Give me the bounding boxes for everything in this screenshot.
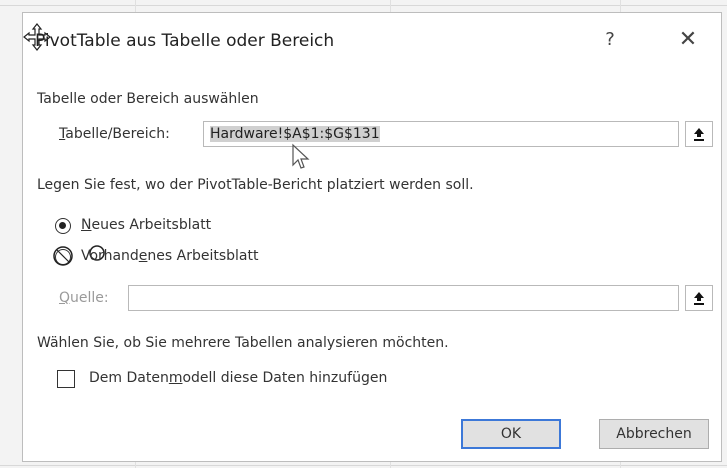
pivottable-dialog: PivotTable aus Tabelle oder Bereich ? ✕ … [22, 12, 722, 462]
multiple-tables-heading: Wählen Sie, ob Sie mehrere Tabellen anal… [37, 335, 449, 351]
range-label: Tabelle/Bereich: [59, 126, 170, 142]
range-value: Hardware!$A$1:$G$131 [210, 126, 380, 142]
collapse-dialog-icon [694, 292, 704, 305]
select-range-heading: Tabelle oder Bereich auswählen [37, 91, 259, 107]
source-collapse-button[interactable] [685, 285, 713, 311]
new-worksheet-radio[interactable] [55, 218, 71, 234]
collapse-dialog-icon [694, 128, 704, 141]
dialog-title: PivotTable aus Tabelle oder Bereich [35, 31, 335, 51]
existing-worksheet-label[interactable]: Vorhandenes Arbeitsblatt [81, 248, 258, 264]
ok-button[interactable]: OK [461, 419, 561, 449]
data-model-label[interactable]: Dem Datenmodell diese Daten hinzufügen [89, 370, 387, 386]
range-collapse-button[interactable] [685, 121, 713, 147]
source-input[interactable] [128, 285, 679, 311]
close-button[interactable]: ✕ [673, 25, 703, 55]
source-label: Quelle: [59, 290, 109, 306]
new-worksheet-label[interactable]: Neues Arbeitsblatt [81, 217, 211, 233]
range-input[interactable]: Hardware!$A$1:$G$131 [203, 121, 679, 147]
title-bar[interactable]: PivotTable aus Tabelle oder Bereich ? ✕ [23, 13, 721, 73]
data-model-checkbox[interactable] [57, 370, 75, 388]
mouse-pointer-icon [292, 143, 310, 169]
help-button[interactable]: ? [595, 25, 625, 55]
cancel-button[interactable]: Abbrechen [599, 419, 709, 449]
placement-heading: Legen Sie fest, wo der PivotTable-Berich… [37, 177, 474, 193]
